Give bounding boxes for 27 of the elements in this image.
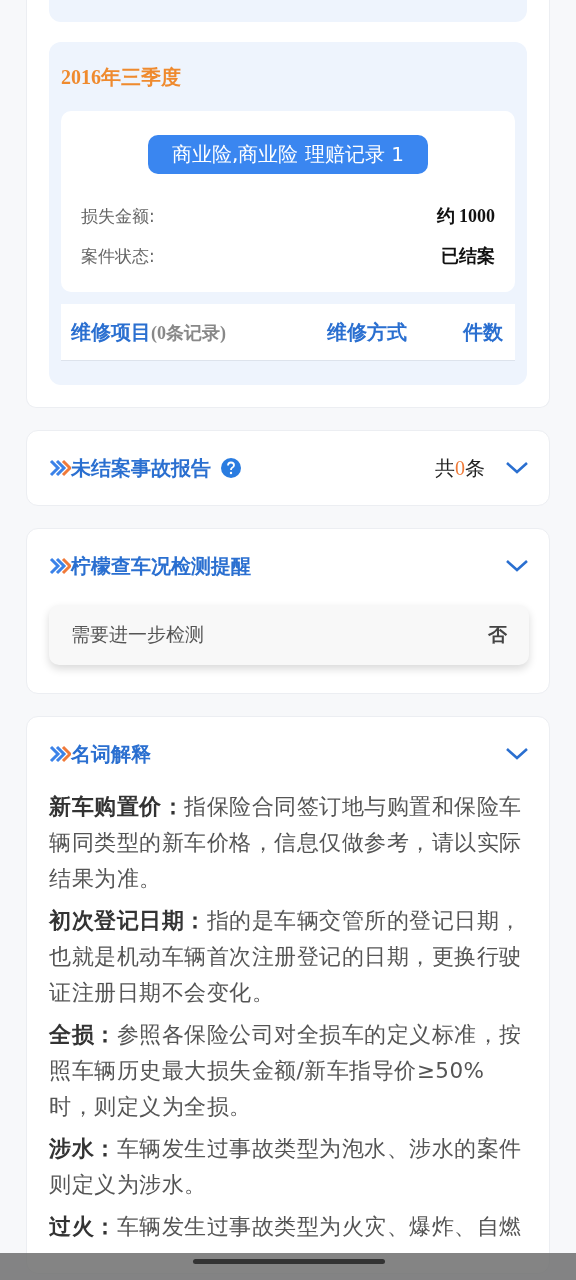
column-header: 维修项目(0条记录): [71, 318, 227, 346]
column-header: 维修方式: [327, 318, 407, 346]
check-label: 需要进一步检测: [71, 622, 204, 647]
chevron-down-icon[interactable]: [505, 747, 529, 761]
field-value: 已结案: [441, 245, 495, 268]
claim-record-badge: 商业险,商业险 理赔记录 1: [148, 135, 428, 174]
double-chevron-icon: [49, 745, 71, 763]
section-title: 柠檬查车况检测提醒: [71, 552, 251, 580]
chevron-down-icon[interactable]: [505, 559, 529, 573]
record-count: 共0条: [435, 454, 485, 482]
definition-text: 新车购置价：指保险合同签订地与购置和保险车辆同类型的新车价格，信息仅做参考，请以实际结果为准。: [49, 793, 523, 893]
definition-text: 过火：车辆发生过事故类型为火灾、爆炸、自燃: [49, 1213, 523, 1241]
definition-text: 全损：参照各保险公司对全损车的定义标准，按照车辆历史最大损失金额/新车指导价≥50%时，则定义为全损。: [49, 1021, 523, 1121]
help-icon[interactable]: [221, 458, 241, 478]
double-chevron-icon: [49, 459, 71, 477]
field-label: 案件状态:: [81, 244, 155, 268]
definition-text: 初次登记日期：指的是车辆交管所的登记日期，也就是机动车辆首次注册登记的日期，更换行驶证注册日期不会变化。: [49, 907, 523, 1007]
double-chevron-icon: [49, 557, 71, 575]
field-label: 损失金额:: [81, 204, 155, 228]
period-title: 2016年三季度: [61, 65, 182, 90]
section-title: 名词解释: [71, 740, 151, 768]
definition-text: 涉水：车辆发生过事故类型为泡水、涉水的案件则定义为涉水。: [49, 1135, 523, 1199]
column-header: 件数: [463, 318, 503, 346]
section-title: 未结案事故报告: [71, 454, 211, 482]
chevron-down-icon[interactable]: [505, 461, 529, 475]
field-value: 约 1000: [436, 205, 495, 228]
check-value: 否: [488, 622, 507, 647]
